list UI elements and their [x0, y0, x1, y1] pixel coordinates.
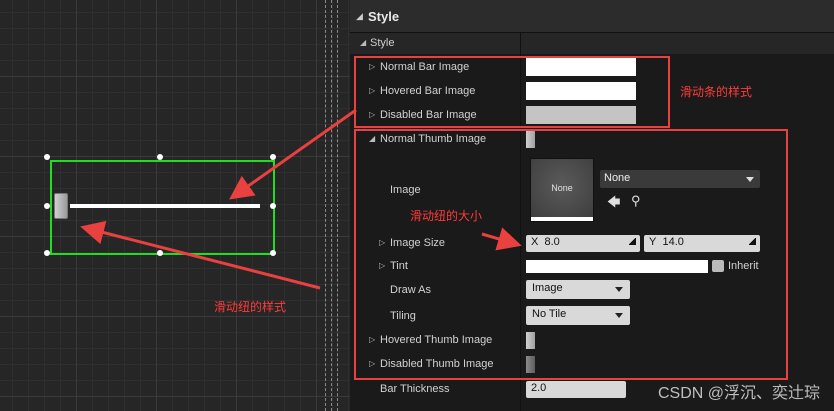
section-title: Style	[370, 37, 395, 49]
guide-line	[337, 0, 338, 411]
guide-line	[325, 0, 326, 411]
resize-handle[interactable]	[270, 250, 276, 256]
watermark: CSDN @浮沉、奕辻琮	[657, 385, 820, 402]
resize-handle[interactable]	[270, 203, 276, 209]
details-panel: ◢ Style ◢ Style ▷ Normal Bar Image ▷ Hov…	[350, 0, 834, 411]
style-category-header[interactable]: ◢ Style	[350, 0, 834, 33]
bar-thickness-label: Bar Thickness	[380, 383, 450, 395]
style-section-header[interactable]: ◢ Style	[350, 33, 834, 54]
slider-thumb[interactable]	[54, 193, 68, 219]
guide-line	[331, 0, 332, 411]
category-title: Style	[368, 9, 400, 24]
resize-handle[interactable]	[157, 250, 163, 256]
bar-images-highlight	[354, 56, 670, 128]
slider-bar	[70, 204, 260, 208]
resize-handle[interactable]	[44, 250, 50, 256]
designer-viewport[interactable]: 滑动纽的样式	[0, 0, 350, 411]
resize-handle[interactable]	[270, 154, 276, 160]
resize-handle[interactable]	[44, 154, 50, 160]
resize-handle[interactable]	[157, 154, 163, 160]
collapse-arrow-icon: ◢	[356, 11, 363, 21]
collapse-arrow-icon: ◢	[360, 38, 367, 47]
resize-handle[interactable]	[44, 203, 50, 209]
bar-thickness-value: 2.0	[531, 382, 547, 394]
thumb-images-highlight	[354, 129, 788, 380]
thumb-style-annotation: 滑动纽的样式	[214, 300, 287, 314]
bar-style-annotation: 滑动条的样式	[680, 85, 753, 99]
bar-thickness-field[interactable]: 2.0	[526, 381, 626, 398]
